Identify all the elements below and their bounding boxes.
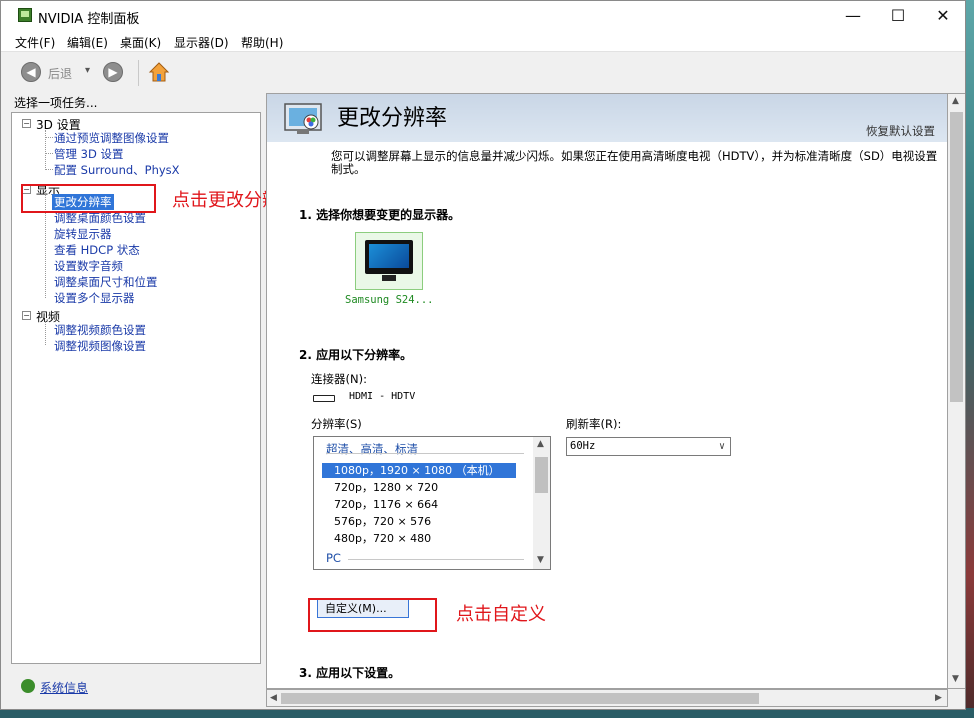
description-line-2: 制式。 (331, 162, 366, 176)
resolution-option[interactable]: 576p，720 × 576 (322, 514, 516, 529)
sidebar-item-video-color[interactable]: 调整视频颜色设置 (54, 322, 146, 338)
horizontal-scroll-thumb[interactable] (281, 693, 759, 704)
scroll-thumb[interactable] (535, 457, 548, 493)
menu-file[interactable]: 文件(F) (15, 34, 55, 51)
home-icon[interactable] (148, 61, 170, 83)
display-samsung-tile[interactable] (355, 232, 423, 290)
desktop-background (966, 0, 974, 718)
tree-line (45, 137, 53, 138)
chevron-down-icon: ∨ (718, 441, 725, 452)
annotation-text-custom: 点击自定义 (456, 604, 546, 625)
system-info-link[interactable]: 系统信息 (40, 679, 88, 696)
tree-line (45, 130, 46, 170)
section-apply-settings: 3. 应用以下设置。 (299, 666, 401, 680)
scroll-up-icon[interactable]: ▲ (537, 439, 544, 449)
hdmi-connector-icon (313, 395, 335, 402)
task-header: 选择一项任务... (14, 96, 98, 110)
restore-defaults-link[interactable]: 恢复默认设置 (866, 123, 935, 139)
sidebar-item-rotate-display[interactable]: 旋转显示器 (54, 226, 112, 242)
content-horizontal-scrollbar[interactable]: ◀ ▶ (266, 689, 948, 707)
toolbar-separator (138, 60, 139, 86)
monitor-icon (365, 240, 413, 274)
group-divider (348, 559, 524, 560)
sidebar-item-multiple-displays[interactable]: 设置多个显示器 (54, 290, 135, 306)
resolution-monitor-icon (284, 103, 322, 134)
page-description: 您可以调整屏幕上显示的信息量并减少闪烁。如果您正在使用高清晰度电视（HDTV），… (331, 149, 947, 176)
group-divider (326, 453, 524, 454)
menu-help[interactable]: 帮助(H) (241, 34, 283, 51)
history-dropdown-icon[interactable]: ▾ (85, 65, 90, 76)
connector-label: 连接器(N): (311, 372, 367, 386)
menu-bar: 文件(F) 编辑(E) 桌面(K) 显示器(D) 帮助(H) (1, 31, 965, 52)
section-apply-resolution: 2. 应用以下分辨率。 (299, 348, 413, 362)
collapse-3d-settings-toggle[interactable]: − (22, 119, 31, 128)
monitor-stand-icon (382, 275, 396, 281)
scroll-left-icon[interactable]: ◀ (270, 693, 277, 703)
scroll-right-icon[interactable]: ▶ (935, 693, 942, 703)
scroll-up-icon[interactable]: ▲ (952, 96, 959, 106)
menu-display[interactable]: 显示器(D) (174, 34, 229, 51)
back-button-label[interactable]: 后退 (48, 65, 72, 82)
collapse-video-toggle[interactable]: − (22, 311, 31, 320)
scroll-down-icon[interactable]: ▼ (952, 674, 959, 684)
resolution-group-hd: 超清、高清、标清 (326, 442, 418, 456)
resolution-option[interactable]: 720p，1280 × 720 (322, 480, 516, 495)
sidebar-item-desktop-size-position[interactable]: 调整桌面尺寸和位置 (54, 274, 158, 290)
resolution-label: 分辨率(S) (311, 417, 362, 431)
resolution-listbox[interactable]: 超清、高清、标清 1080p，1920 × 1080 （本机） 720p，128… (313, 436, 551, 570)
sidebar-item-manage-3d-settings[interactable]: 管理 3D 设置 (54, 146, 123, 162)
toolbar: ◀ 后退 ▾ ▶ (1, 52, 965, 92)
annotation-highlight-custom (308, 598, 437, 632)
window-title: NVIDIA 控制面板 (38, 12, 140, 27)
tree-line (45, 153, 53, 154)
nvidia-app-icon (18, 8, 32, 22)
content-vertical-scrollbar[interactable]: ▲ ▼ (948, 93, 965, 689)
resolution-option[interactable]: 720p，1176 × 664 (322, 497, 516, 512)
close-button[interactable]: ✕ (920, 5, 966, 27)
sidebar-item-hdcp-status[interactable]: 查看 HDCP 状态 (54, 242, 140, 258)
back-arrow-icon[interactable]: ◀ (21, 62, 41, 82)
resolution-option[interactable]: 1080p，1920 × 1080 （本机） (322, 463, 516, 478)
refresh-rate-value: 60Hz (570, 440, 596, 452)
sidebar-item-preview-image-settings[interactable]: 通过预览调整图像设置 (54, 130, 169, 146)
tree-line (45, 321, 46, 345)
sidebar-item-video-image[interactable]: 调整视频图像设置 (54, 338, 146, 354)
menu-edit[interactable]: 编辑(E) (67, 34, 108, 51)
page-title: 更改分辨率 (337, 106, 448, 131)
annotation-highlight-change-resolution (21, 184, 156, 213)
sidebar-item-surround-physx[interactable]: 配置 Surround、PhysX (54, 162, 180, 178)
refresh-rate-label: 刷新率(R): (566, 417, 622, 431)
scroll-down-icon[interactable]: ▼ (537, 555, 544, 565)
connector-value: HDMI - HDTV (349, 391, 416, 402)
section-select-display: 1. 选择你想要变更的显示器。 (299, 208, 461, 222)
tree-line (45, 169, 53, 170)
resolution-option[interactable]: 480p，720 × 480 (322, 531, 516, 546)
resolution-list-scrollbar[interactable]: ▲ ▼ (533, 437, 550, 569)
sidebar-item-digital-audio[interactable]: 设置数字音频 (54, 258, 123, 274)
description-line-1: 您可以调整屏幕上显示的信息量并减少闪烁。如果您正在使用高清晰度电视（HDTV），… (331, 149, 938, 163)
refresh-rate-dropdown[interactable]: 60Hz ∨ (566, 437, 731, 456)
vertical-scroll-thumb[interactable] (950, 112, 963, 402)
forward-arrow-icon[interactable]: ▶ (103, 62, 123, 82)
minimize-button[interactable]: — (830, 5, 876, 27)
page-header: 更改分辨率 恢复默认设置 (267, 94, 947, 142)
resolution-group-pc: PC (326, 551, 341, 565)
title-bar: NVIDIA 控制面板 — ☐ ✕ (1, 1, 965, 31)
system-info-icon (21, 679, 35, 693)
display-name-label: Samsung S24... (345, 294, 434, 306)
menu-desktop[interactable]: 桌面(K) (120, 34, 161, 51)
maximize-button[interactable]: ☐ (875, 5, 921, 27)
